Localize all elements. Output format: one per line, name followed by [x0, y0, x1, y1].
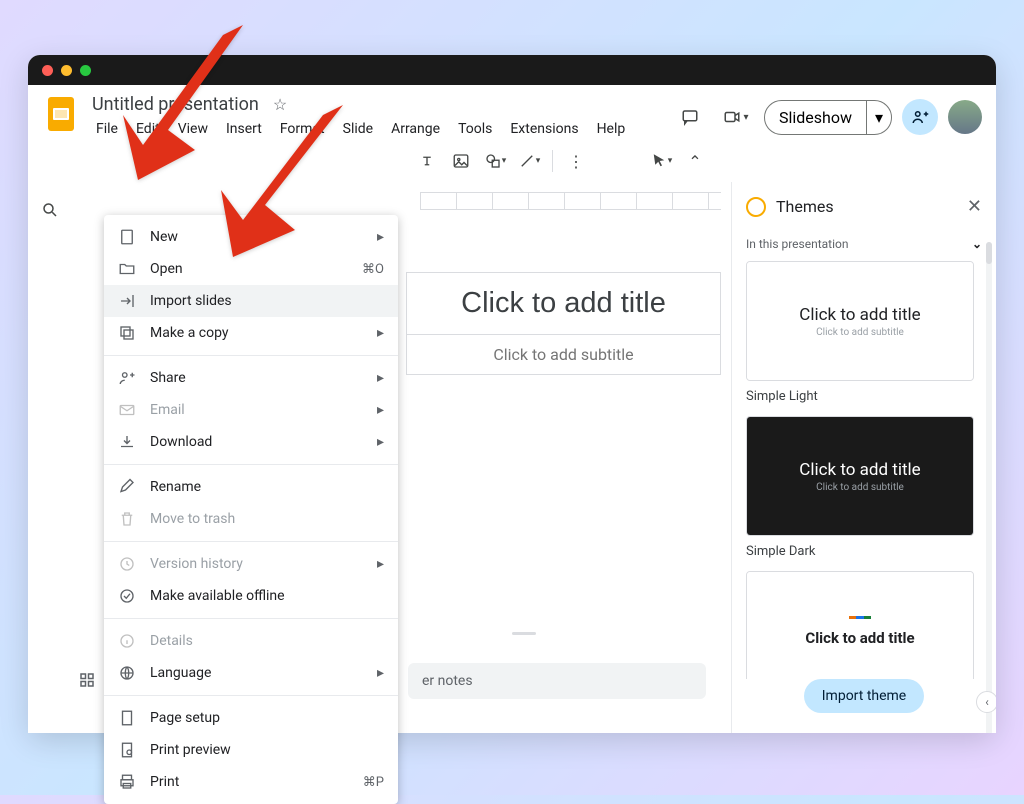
slideshow-label[interactable]: Slideshow: [765, 101, 867, 134]
menu-item-details: Details: [104, 625, 398, 657]
offline-icon: [118, 587, 136, 605]
menu-arrange[interactable]: Arrange: [383, 118, 448, 140]
file-menu-dropdown: New▸ Open⌘O Import slides Make a copy▸ S…: [104, 215, 398, 804]
menu-item-import-slides[interactable]: Import slides: [104, 285, 398, 317]
theme-preview-title: Click to add title: [799, 460, 920, 480]
hide-menus-icon[interactable]: ⌃: [680, 146, 710, 176]
image-tool-icon[interactable]: [446, 146, 476, 176]
expand-panel-icon[interactable]: ‹: [976, 691, 996, 713]
menu-item-make-copy[interactable]: Make a copy▸: [104, 317, 398, 349]
menu-item-print[interactable]: Print⌘P: [104, 766, 398, 798]
theme-preview-subtitle: Click to add subtitle: [816, 482, 904, 493]
chevron-down-icon[interactable]: ⌄: [972, 237, 982, 251]
menu-item-share[interactable]: Share▸: [104, 362, 398, 394]
theme-card-streamline[interactable]: Click to add title: [746, 571, 974, 679]
palette-icon: [746, 197, 766, 217]
submenu-arrow-icon: ▸: [377, 325, 384, 341]
notes-resize-handle[interactable]: [512, 632, 536, 635]
menu-help[interactable]: Help: [589, 118, 634, 140]
submenu-arrow-icon: ▸: [377, 434, 384, 450]
submenu-arrow-icon: ▸: [377, 229, 384, 245]
submenu-arrow-icon: ▸: [377, 665, 384, 681]
menu-item-trash: Move to trash: [104, 503, 398, 535]
window-close-icon[interactable]: [42, 65, 53, 76]
slideshow-button[interactable]: Slideshow ▾: [764, 100, 892, 135]
rename-icon: [118, 478, 136, 496]
share-icon: [118, 369, 136, 387]
shape-tool-icon[interactable]: ▾: [480, 146, 510, 176]
menu-item-language[interactable]: Language▸: [104, 657, 398, 689]
trash-icon: [118, 510, 136, 528]
theme-name: Simple Light: [746, 389, 974, 404]
menu-item-download[interactable]: Download▸: [104, 426, 398, 458]
print-icon: [118, 773, 136, 791]
grid-view-icon[interactable]: [78, 671, 96, 693]
share-button[interactable]: [902, 99, 938, 135]
theme-preview-title: Click to add title: [805, 629, 914, 647]
window-maximize-icon[interactable]: [80, 65, 91, 76]
new-icon: [118, 228, 136, 246]
annotation-arrow-icon: [203, 105, 353, 269]
theme-preview-subtitle: Click to add subtitle: [816, 327, 904, 338]
page-setup-icon: [118, 709, 136, 727]
menu-item-version-history: Version history▸: [104, 548, 398, 580]
themes-panel: Themes ✕ In this presentation ⌄ Click to…: [731, 182, 996, 733]
copy-icon: [118, 324, 136, 342]
folder-icon: [118, 260, 136, 278]
menu-extensions[interactable]: Extensions: [502, 118, 586, 140]
panel-title: Themes: [776, 197, 957, 216]
window-minimize-icon[interactable]: [61, 65, 72, 76]
submenu-arrow-icon: ▸: [377, 556, 384, 572]
submenu-arrow-icon: ▸: [377, 370, 384, 386]
menu-item-email: Email▸: [104, 394, 398, 426]
menu-tools[interactable]: Tools: [450, 118, 500, 140]
theme-name: Simple Dark: [746, 544, 974, 559]
email-icon: [118, 401, 136, 419]
menu-item-rename[interactable]: Rename: [104, 471, 398, 503]
line-tool-icon[interactable]: ▾: [514, 146, 544, 176]
theme-card-dark[interactable]: Click to add title Click to add subtitle: [746, 416, 974, 536]
account-avatar[interactable]: [948, 100, 982, 134]
app-logo[interactable]: [42, 95, 80, 133]
theme-preview-title: Click to add title: [799, 305, 920, 325]
menu-item-print-preview[interactable]: Print preview: [104, 734, 398, 766]
info-icon: [118, 632, 136, 650]
history-icon: [118, 555, 136, 573]
panel-scrollbar[interactable]: [986, 242, 992, 733]
download-icon: [118, 433, 136, 451]
panel-section-label: In this presentation: [746, 237, 849, 251]
submenu-arrow-icon: ▸: [377, 402, 384, 418]
search-icon[interactable]: [36, 196, 64, 224]
panel-scroll-thumb[interactable]: [986, 242, 992, 264]
ruler: [420, 192, 721, 210]
import-icon: [118, 292, 136, 310]
globe-icon: [118, 664, 136, 682]
slide-subtitle-placeholder[interactable]: Click to add subtitle: [406, 334, 721, 375]
slide-title-placeholder[interactable]: Click to add title: [406, 272, 721, 335]
close-panel-icon[interactable]: ✕: [967, 196, 982, 217]
import-theme-button[interactable]: Import theme: [804, 679, 925, 713]
preview-icon: [118, 741, 136, 759]
menu-item-page-setup[interactable]: Page setup: [104, 702, 398, 734]
menu-item-offline[interactable]: Make available offline: [104, 580, 398, 612]
textbox-tool-icon[interactable]: [412, 146, 442, 176]
speaker-notes[interactable]: er notes: [408, 663, 706, 699]
theme-card-light[interactable]: Click to add title Click to add subtitle: [746, 261, 974, 381]
more-tools-icon[interactable]: ⋮: [561, 146, 591, 176]
slideshow-caret-icon[interactable]: ▾: [867, 101, 891, 134]
comment-history-icon[interactable]: [672, 99, 708, 135]
meet-icon[interactable]: ▾: [718, 99, 754, 135]
pointer-tool-icon[interactable]: ▾: [646, 146, 676, 176]
app-window: Untitled presentation ☆ File Edit View I…: [28, 55, 996, 733]
